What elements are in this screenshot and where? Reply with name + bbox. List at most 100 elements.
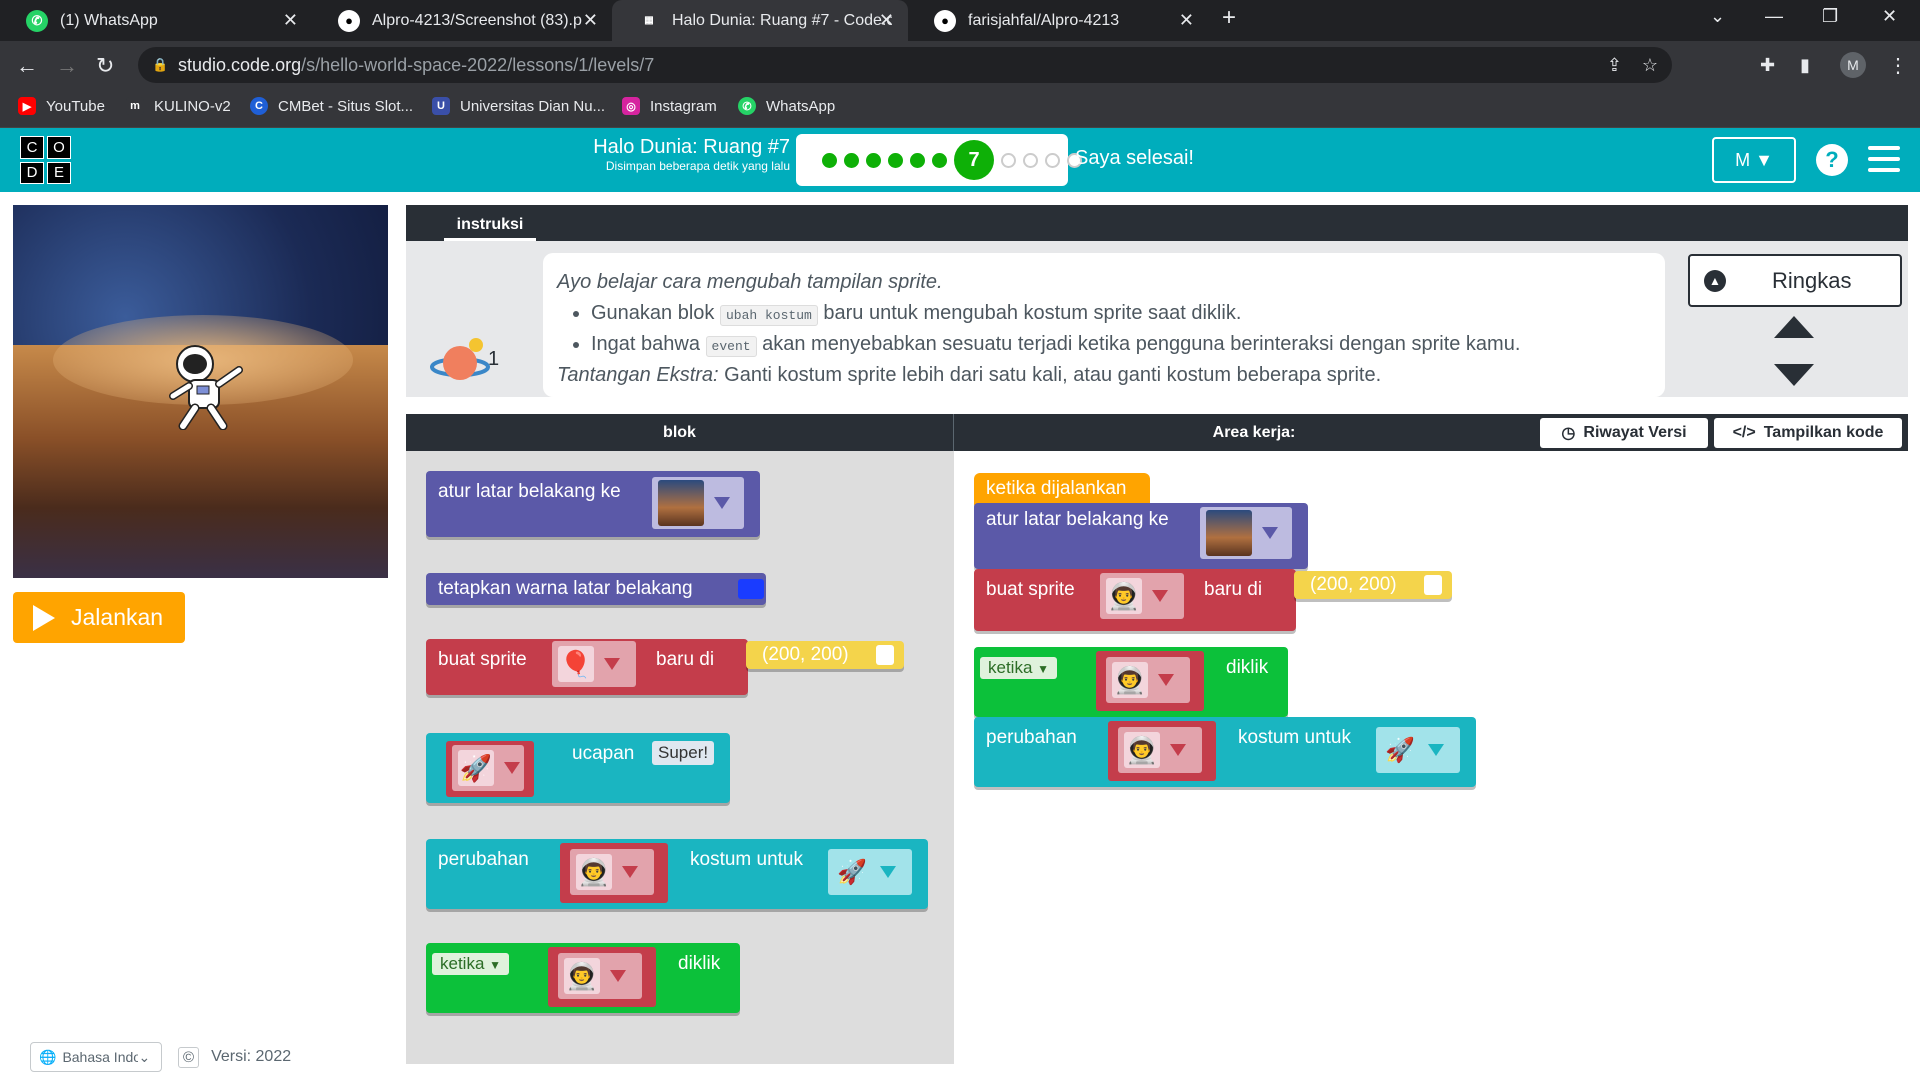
sprite-dropdown[interactable]: 🚀	[452, 745, 524, 791]
block-set-background[interactable]: atur latar belakang ke	[426, 471, 760, 537]
progress-dot-complete[interactable]	[932, 152, 947, 168]
user-menu-button[interactable]: M ▼	[1712, 137, 1796, 183]
star-icon[interactable]: ☆	[1642, 55, 1658, 76]
finish-link[interactable]: Saya selesai!	[1075, 147, 1194, 170]
bookmark-udinus[interactable]: U Universitas Dian Nu...	[432, 97, 605, 115]
progress-dot-complete[interactable]	[866, 152, 881, 168]
sprite-dropdown[interactable]: 👨‍🚀	[570, 849, 654, 895]
planet-avatar-icon: 1	[430, 338, 499, 380]
block-make-sprite[interactable]: buat sprite 👨‍🚀 baru di	[974, 569, 1296, 631]
sprite-dropdown[interactable]: 👨‍🚀	[558, 953, 642, 999]
restore-icon[interactable]: ❐	[1822, 6, 1838, 27]
progress-dot-complete[interactable]	[844, 152, 859, 168]
forward-icon[interactable]: →	[56, 53, 78, 79]
bookmark-whatsapp[interactable]: ✆ WhatsApp	[738, 97, 835, 115]
extensions-icon[interactable]: ✚	[1760, 55, 1775, 76]
block-label: baru di	[656, 649, 715, 670]
scroll-up-icon[interactable]	[1774, 316, 1814, 338]
block-when-clicked[interactable]: ketika ▼ 👨‍🚀 diklik	[974, 647, 1288, 717]
language-select[interactable]: 🌐 Bahasa Indonesia⌄	[30, 1042, 162, 1072]
block-set-background[interactable]: atur latar belakang ke	[974, 503, 1308, 569]
costume-dropdown[interactable]: 🚀	[1376, 727, 1460, 773]
workspace-area[interactable]: ketika dijalankan atur latar belakang ke…	[954, 451, 1908, 1064]
progress-dot-remaining[interactable]	[1023, 152, 1038, 168]
bullet-text: akan menyebabkan sesuatu terjadi ketika …	[762, 333, 1521, 355]
sprite-selector[interactable]: 👨‍🚀	[548, 947, 656, 1007]
progress-current-level[interactable]: 7	[954, 140, 994, 180]
sprite-selector[interactable]: 👨‍🚀	[1096, 651, 1204, 711]
tab-github-repo[interactable]: ● farisjahfal/Alpro-4213 ✕	[908, 0, 1208, 41]
show-code-button[interactable]: </> Tampilkan kode	[1714, 418, 1902, 448]
progress-dot-complete[interactable]	[888, 152, 903, 168]
background-dropdown[interactable]	[1200, 507, 1292, 559]
astronaut-sprite[interactable]	[165, 340, 245, 430]
tab-codeorg[interactable]: ▦ Halo Dunia: Ruang #7 - Code.org ✕	[612, 0, 908, 41]
block-when-run[interactable]: ketika dijalankan	[974, 473, 1150, 505]
url-input[interactable]: 🔒 studio.code.org/s/hello-world-space-20…	[138, 47, 1672, 83]
location-block[interactable]: (200, 200)	[746, 641, 904, 669]
user-initial: M	[1735, 149, 1751, 170]
code-snippet: ubah kostum	[719, 305, 818, 326]
run-button[interactable]: Jalankan	[13, 592, 185, 643]
game-stage[interactable]	[13, 205, 388, 578]
help-icon[interactable]: ?	[1816, 144, 1848, 176]
costume-dropdown[interactable]: 🚀	[828, 849, 912, 895]
profile-avatar[interactable]: M	[1840, 52, 1866, 78]
sprite-dropdown[interactable]: 👨‍🚀	[1100, 573, 1184, 619]
sprite-dropdown[interactable]: 👨‍🚀	[1106, 657, 1190, 703]
instruction-bullet: Gunakan blok ubah kostum baru untuk meng…	[591, 302, 1651, 326]
location-picker-icon[interactable]	[876, 645, 894, 665]
new-tab-button[interactable]: +	[1222, 4, 1236, 32]
share-icon[interactable]: ⇪	[1607, 55, 1622, 76]
block-make-sprite[interactable]: buat sprite 🎈 baru di	[426, 639, 748, 695]
progress-dot-complete[interactable]	[910, 152, 925, 168]
say-text-input[interactable]: Super!	[652, 741, 715, 765]
color-swatch[interactable]	[738, 579, 764, 599]
close-icon[interactable]: ✕	[1179, 10, 1194, 31]
collapse-button[interactable]: ▲ Ringkas	[1688, 254, 1902, 307]
block-when-clicked[interactable]: ketika ▼ 👨‍🚀 diklik	[426, 943, 740, 1013]
close-icon[interactable]: ✕	[583, 10, 598, 31]
copyright-button[interactable]: ©	[178, 1046, 200, 1068]
sprite-dropdown[interactable]: 🎈	[552, 641, 636, 687]
tab-search-icon[interactable]: ⌄	[1710, 6, 1725, 27]
bookmark-cmbet[interactable]: C CMBet - Situs Slot...	[250, 97, 413, 115]
version-history-button[interactable]: ◷ Riwayat Versi	[1540, 418, 1708, 448]
close-icon[interactable]: ✕	[283, 10, 298, 31]
sprite-selector[interactable]: 👨‍🚀	[560, 843, 668, 903]
progress-dot-remaining[interactable]	[1001, 152, 1016, 168]
scroll-down-icon[interactable]	[1774, 364, 1814, 386]
progress-dot-complete[interactable]	[822, 152, 837, 168]
hamburger-menu-icon[interactable]	[1868, 146, 1900, 174]
progress-dot-remaining[interactable]	[1045, 152, 1060, 168]
close-icon[interactable]: ✕	[879, 10, 894, 31]
tab-instructions[interactable]: instruksi	[444, 211, 536, 241]
tab-whatsapp[interactable]: ✆ (1) WhatsApp ✕	[0, 0, 312, 41]
location-picker-icon[interactable]	[1424, 575, 1442, 595]
block-set-background-color[interactable]: tetapkan warna latar belakang	[426, 573, 766, 605]
back-icon[interactable]: ←	[16, 53, 38, 79]
event-dropdown[interactable]: ketika ▼	[980, 657, 1058, 679]
clock-icon: ◷	[1561, 425, 1576, 442]
location-block[interactable]: (200, 200)	[1294, 571, 1452, 599]
tab-github-screenshot[interactable]: ● Alpro-4213/Screenshot (83).png ✕	[312, 0, 612, 41]
bookmark-kulino[interactable]: m KULINO-v2	[126, 97, 231, 115]
background-dropdown[interactable]	[652, 477, 744, 529]
bookmark-youtube[interactable]: ▶ YouTube	[18, 97, 105, 115]
close-window-icon[interactable]: ✕	[1882, 6, 1897, 27]
sidepanel-icon[interactable]: ▮	[1800, 55, 1810, 76]
url-host: studio.code.org	[178, 54, 302, 75]
codeorg-logo[interactable]: C O D E	[20, 136, 72, 184]
bookmark-instagram[interactable]: ◎ Instagram	[622, 97, 717, 115]
sprite-selector[interactable]: 🚀	[446, 741, 534, 797]
event-dropdown[interactable]: ketika ▼	[432, 953, 510, 975]
block-sprite-say[interactable]: 🚀 ucapan Super!	[426, 733, 730, 803]
instruction-line: Ayo belajar cara mengubah tampilan sprit…	[557, 271, 943, 293]
reload-icon[interactable]: ↻	[96, 53, 114, 79]
sprite-dropdown[interactable]: 👨‍🚀	[1118, 727, 1202, 773]
block-change-costume[interactable]: perubahan 👨‍🚀 kostum untuk 🚀	[426, 839, 928, 909]
kebab-menu-icon[interactable]: ⋮	[1888, 53, 1908, 78]
sprite-selector[interactable]: 👨‍🚀	[1108, 721, 1216, 781]
minimize-icon[interactable]: —	[1765, 6, 1783, 27]
block-change-costume[interactable]: perubahan 👨‍🚀 kostum untuk 🚀	[974, 717, 1476, 787]
